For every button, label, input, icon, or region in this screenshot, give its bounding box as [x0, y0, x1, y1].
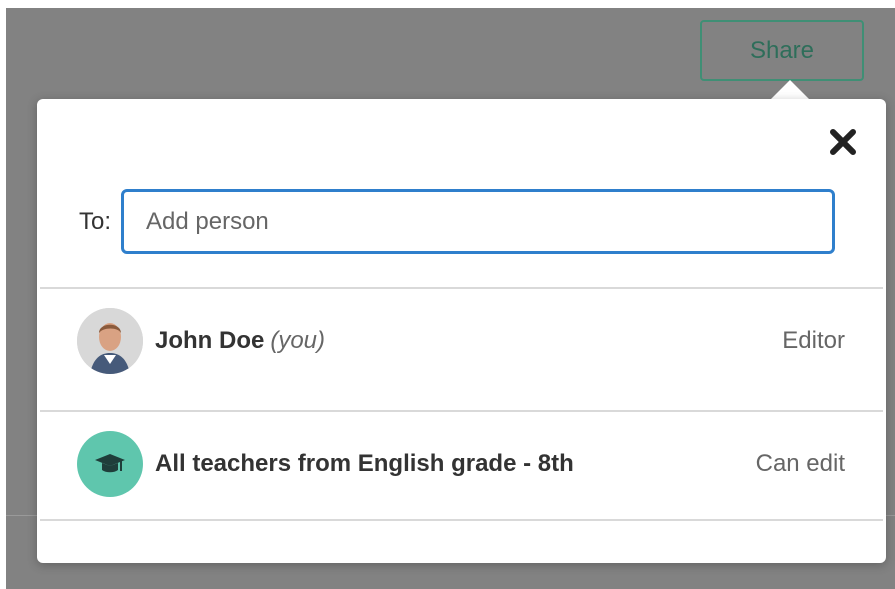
member-name: All teachers from English grade - 8th [155, 450, 574, 477]
avatar [77, 308, 143, 374]
to-label: To: [79, 207, 112, 235]
popover-arrow [770, 80, 810, 100]
close-button[interactable] [826, 125, 860, 159]
user-photo-icon [77, 308, 143, 374]
share-button[interactable]: Share [700, 20, 864, 81]
member-role[interactable]: Can edit [756, 450, 845, 478]
divider [40, 287, 883, 289]
close-icon [830, 129, 856, 155]
add-person-input[interactable] [121, 189, 836, 254]
to-row: To: [79, 189, 836, 254]
divider [40, 410, 883, 412]
member-row: John Doe (you) Editor [77, 307, 845, 375]
group-avatar [77, 431, 143, 497]
member-you-tag: (you) [270, 327, 326, 354]
member-role[interactable]: Editor [782, 327, 845, 355]
divider [40, 519, 883, 521]
member-name: John Doe (you) [155, 327, 326, 354]
share-dialog: To: John Doe(you) Editor All teachers fr… [37, 99, 886, 563]
graduation-cap-icon [95, 454, 125, 473]
member-row: All teachers from English grade - 8th Ca… [77, 430, 845, 498]
